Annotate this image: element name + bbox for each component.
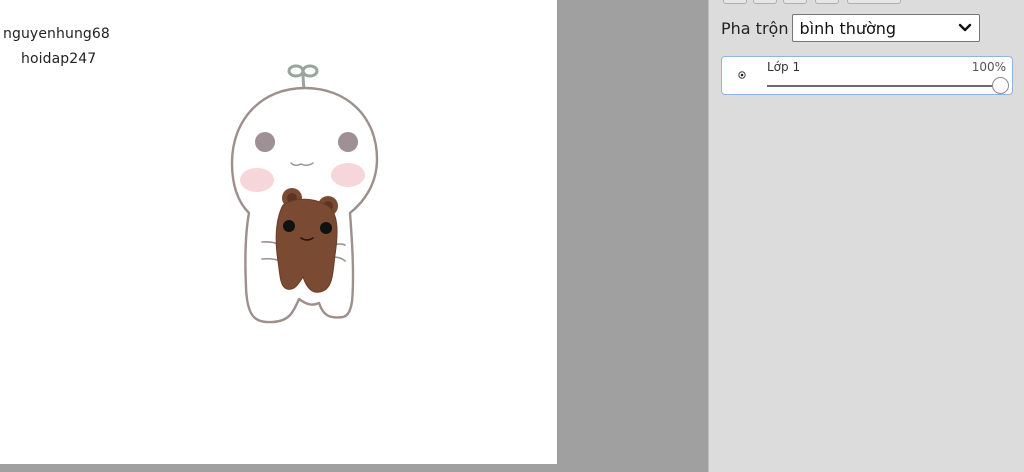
layer-item[interactable]: Lớp 1 100% (721, 56, 1013, 95)
slider-thumb[interactable] (992, 77, 1009, 94)
toolbar-button-3[interactable] (783, 0, 807, 4)
canvas-text-username: nguyenhung68 (3, 26, 110, 42)
layer-opacity-slider[interactable] (767, 77, 1009, 96)
blend-mode-label: Pha trộn (721, 18, 789, 38)
teddy-bear-drawing (275, 188, 338, 293)
right-eye-drawing (338, 132, 358, 152)
character-drawing (230, 64, 379, 324)
slider-fill (767, 85, 1001, 87)
paint-app: nguyenhung68 hoidap247 Pha trộn bình thư… (0, 0, 1024, 472)
blend-mode-select[interactable]: bình thường (792, 14, 981, 42)
layers-panel: Pha trộn bình thường Lớp 1 100% (708, 0, 1024, 472)
layer-opacity-label: 100% (971, 60, 1006, 74)
blend-mode-value: bình thường (799, 18, 897, 38)
left-eye-drawing (255, 132, 275, 152)
eye-icon[interactable] (737, 70, 747, 80)
drawing-canvas[interactable]: nguyenhung68 hoidap247 (0, 0, 557, 464)
panel-toolbar-edge (723, 0, 963, 4)
toolbar-button-2[interactable] (753, 0, 777, 4)
toolbar-button-4[interactable] (815, 0, 839, 4)
right-blush-drawing (331, 163, 365, 187)
left-blush-drawing (240, 168, 274, 192)
blend-mode-row: Pha trộn bình thường (721, 13, 981, 43)
toolbar-button-5[interactable] (847, 0, 901, 4)
layer-name[interactable]: Lớp 1 (767, 60, 800, 74)
sprout-drawing (287, 64, 319, 91)
chevron-down-icon (959, 23, 972, 32)
canvas-text-site: hoidap247 (21, 51, 97, 67)
toolbar-button-1[interactable] (723, 0, 747, 4)
